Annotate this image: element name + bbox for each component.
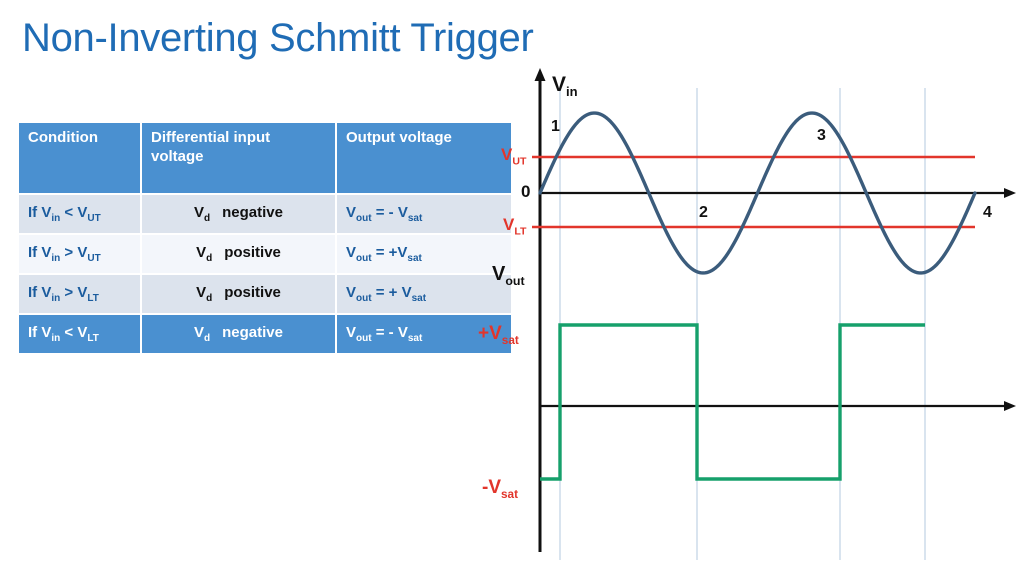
table-row: If Vin > VUT Vd positive Vout = +Vsat bbox=[19, 235, 511, 273]
cell-differential-input-voltage: Vd negative bbox=[142, 315, 335, 353]
crossing-marker-3: 3 bbox=[817, 127, 826, 144]
output-square-waveform bbox=[540, 323, 925, 481]
crossing-marker-2: 2 bbox=[699, 204, 708, 221]
crossing-marker-4: 4 bbox=[983, 204, 992, 221]
guide-lines bbox=[559, 88, 926, 560]
cell-condition: If Vin > VUT bbox=[19, 235, 140, 273]
table-header-row: Condition Differential input voltage Out… bbox=[19, 123, 511, 193]
vin-y-axis bbox=[534, 68, 546, 270]
cell-condition: If Vin < VLT bbox=[19, 315, 140, 353]
page-title: Non-Inverting Schmitt Trigger bbox=[22, 16, 534, 60]
cell-condition: If Vin < VUT bbox=[19, 195, 140, 233]
cell-output-voltage: Vout = - Vsat bbox=[337, 195, 511, 233]
input-sine-waveform bbox=[538, 111, 977, 275]
cell-differential-input-voltage: Vd negative bbox=[142, 195, 335, 233]
table-row: If Vin > VLT Vd positive Vout = + Vsat bbox=[19, 275, 511, 313]
cell-output-voltage: Vout = +Vsat bbox=[337, 235, 511, 273]
cell-output-voltage: Vout = - Vsat bbox=[337, 315, 511, 353]
vout-axis-arrowhead bbox=[1004, 401, 1016, 411]
column-header-output-voltage: Output voltage bbox=[337, 123, 511, 193]
axis-label-vin: Vin bbox=[552, 73, 578, 100]
cell-differential-input-voltage: Vd positive bbox=[142, 275, 335, 313]
cell-output-voltage: Vout = + Vsat bbox=[337, 275, 511, 313]
crossing-marker-1: 1 bbox=[551, 118, 560, 135]
cell-differential-input-voltage: Vd positive bbox=[142, 235, 335, 273]
vin-axis-arrowhead bbox=[1004, 188, 1016, 198]
column-header-condition: Condition bbox=[19, 123, 140, 193]
axis-label-minus-vsat: -Vsat bbox=[482, 477, 519, 501]
schmitt-trigger-truth-table: Condition Differential input voltage Out… bbox=[17, 121, 513, 355]
table-row: If Vin < VLT Vd negative Vout = - Vsat bbox=[19, 315, 511, 353]
axis-label-zero: 0 bbox=[521, 182, 531, 201]
table-row: If Vin < VUT Vd negative Vout = - Vsat bbox=[19, 195, 511, 233]
cell-condition: If Vin > VLT bbox=[19, 275, 140, 313]
column-header-differential-input-voltage: Differential input voltage bbox=[142, 123, 335, 193]
